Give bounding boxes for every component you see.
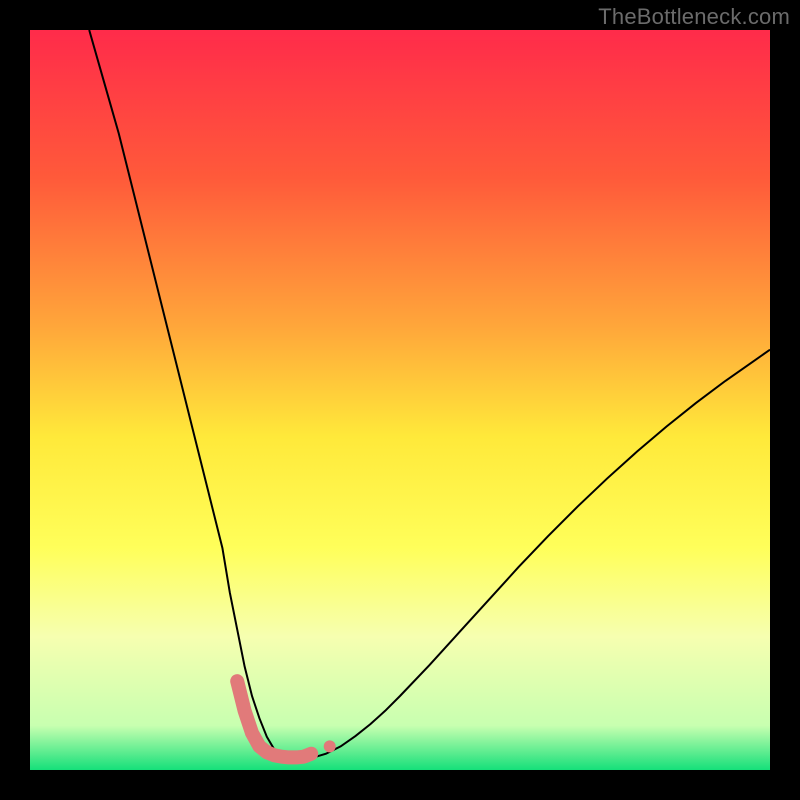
marker-right [324, 740, 336, 752]
outer-frame: TheBottleneck.com [0, 0, 800, 800]
watermark-text: TheBottleneck.com [598, 4, 790, 30]
bottleneck-chart [30, 30, 770, 770]
gradient-background [30, 30, 770, 770]
marker-layer [324, 740, 336, 752]
chart-area [30, 30, 770, 770]
